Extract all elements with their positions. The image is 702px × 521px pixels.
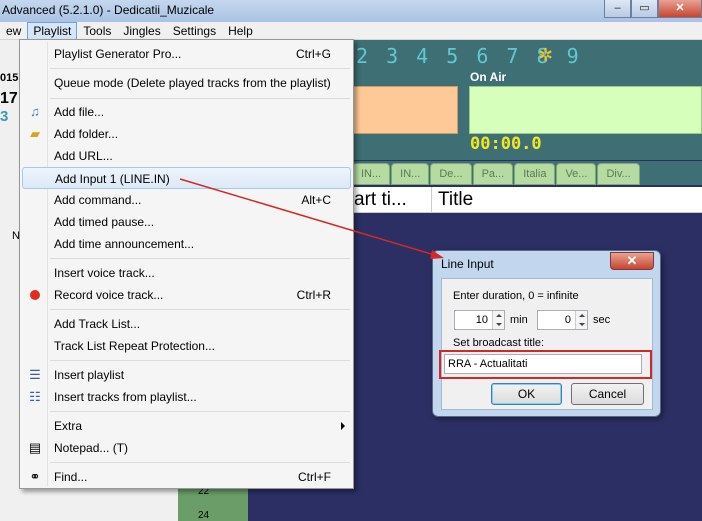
menu-view[interactable]: ew	[0, 22, 27, 40]
menu-separator	[50, 68, 350, 69]
tab-4[interactable]: Pa...	[472, 163, 514, 185]
menu-item-record-voice-track[interactable]: Record voice track... Ctrl+R	[22, 284, 351, 306]
menu-playlist[interactable]: Playlist	[27, 21, 78, 40]
close-window-button[interactable]: ✕	[658, 0, 702, 18]
gear-icon[interactable]: ✲	[538, 45, 553, 66]
insert-playlist-icon: ☰	[29, 367, 41, 382]
menu-item-add-url[interactable]: Add URL...	[22, 145, 351, 167]
playlist-tabs: IN... IN... De... Pa... Italia Ve... Div…	[352, 161, 702, 185]
tab-1[interactable]: IN...	[352, 163, 391, 185]
insert-tracks-icon: ☷	[29, 389, 41, 404]
on-air-label: On Air	[470, 70, 507, 84]
left-panel: 015 17 3 N	[0, 40, 20, 521]
broadcast-title-label: Set broadcast title:	[453, 337, 545, 349]
left-fragment-1: 015	[0, 72, 19, 84]
minutes-unit: min	[510, 314, 528, 326]
notepad-icon: ▤	[28, 440, 42, 455]
menu-item-add-track-list[interactable]: Add Track List...	[22, 313, 351, 335]
minutes-spinner[interactable]: 10	[454, 310, 505, 330]
window-controls: – ▭ ✕	[604, 0, 702, 18]
menu-item-add-file[interactable]: ♫ Add file...	[22, 101, 351, 123]
cancel-button[interactable]: Cancel	[571, 383, 644, 405]
menu-separator	[50, 309, 350, 310]
tab-6[interactable]: Ve...	[556, 163, 597, 185]
menu-item-find[interactable]: ⚭ Find... Ctrl+F	[22, 466, 351, 488]
on-air-display	[469, 86, 702, 134]
ok-button[interactable]: OK	[491, 383, 562, 405]
level-meter: 22 24	[178, 486, 248, 521]
seconds-spinner[interactable]: 0	[537, 310, 588, 330]
annotation-highlight-box	[439, 350, 652, 379]
menu-separator	[50, 462, 350, 463]
tab-3[interactable]: De...	[430, 163, 472, 185]
tab-7[interactable]: Div...	[597, 163, 640, 185]
menu-item-add-command[interactable]: Add command... Alt+C	[22, 189, 351, 211]
maximize-button[interactable]: ▭	[631, 0, 658, 18]
dialog-close-button[interactable]: ✕	[610, 252, 654, 270]
playlist-menu-dropdown: Playlist Generator Pro... Ctrl+G Queue m…	[19, 39, 354, 489]
duration-label: Enter duration, 0 = infinite	[453, 290, 579, 302]
column-start-time[interactable]: art ti...	[352, 187, 432, 212]
left-fragment-2: 17	[0, 90, 18, 107]
binoculars-icon: ⚭	[29, 469, 41, 484]
menu-separator	[50, 411, 350, 412]
menu-item-extra[interactable]: Extra	[22, 415, 351, 437]
menu-jingles[interactable]: Jingles	[117, 22, 166, 40]
menu-item-add-input[interactable]: Add Input 1 (LINE.IN)	[22, 167, 351, 189]
menu-item-add-folder[interactable]: ▰ Add folder...	[22, 123, 351, 145]
add-file-icon: ♫	[30, 104, 40, 119]
menu-item-insert-voice-track[interactable]: Insert voice track...	[22, 262, 351, 284]
seconds-unit: sec	[593, 314, 611, 326]
seconds-value: 0	[564, 314, 571, 326]
spinner-arrows-icon[interactable]	[575, 311, 587, 329]
playlist-header: art ti... Title	[352, 187, 702, 213]
menu-item-add-timed-pause[interactable]: Add timed pause...	[22, 211, 351, 233]
tab-5[interactable]: Italia	[514, 163, 556, 185]
menu-item-insert-tracks-from-playlist[interactable]: ☷ Insert tracks from playlist...	[22, 386, 351, 408]
menu-settings[interactable]: Settings	[167, 22, 222, 40]
meter-value-2: 24	[198, 510, 210, 521]
minutes-value: 10	[475, 314, 488, 326]
menu-item-add-time-announcement[interactable]: Add time announcement...	[22, 233, 351, 255]
menu-item-track-list-repeat[interactable]: Track List Repeat Protection...	[22, 335, 351, 357]
submenu-arrow-icon	[341, 422, 345, 430]
menu-bar: ew Playlist Tools Jingles Settings Help	[0, 21, 702, 40]
menu-item-playlist-generator[interactable]: Playlist Generator Pro... Ctrl+G	[22, 43, 351, 65]
menu-item-queue-mode[interactable]: Queue mode (Delete played tracks from th…	[22, 72, 351, 94]
tab-2[interactable]: IN...	[391, 163, 430, 185]
window-title: Advanced (5.2.1.0) - Dedicatii_Muzicale	[2, 3, 215, 17]
minimize-button[interactable]: –	[604, 0, 631, 18]
menu-help[interactable]: Help	[222, 22, 259, 40]
menu-separator	[50, 98, 350, 99]
spinner-arrows-icon[interactable]	[492, 311, 504, 329]
on-air-timer: 00:00.0	[470, 134, 542, 154]
cue-display	[352, 86, 458, 134]
menu-item-notepad[interactable]: ▤ Notepad... (T)	[22, 437, 351, 459]
record-icon	[30, 290, 40, 300]
menu-item-insert-playlist[interactable]: ☰ Insert playlist	[22, 364, 351, 386]
menu-separator	[50, 258, 350, 259]
menu-separator	[50, 360, 350, 361]
left-fragment-3: 3	[0, 108, 9, 125]
menu-tools[interactable]: Tools	[77, 22, 117, 40]
add-folder-icon: ▰	[30, 126, 40, 141]
column-title[interactable]: Title	[432, 187, 473, 212]
title-bar: Advanced (5.2.1.0) - Dedicatii_Muzicale …	[0, 0, 702, 22]
dialog-title: Line Input	[441, 257, 494, 271]
